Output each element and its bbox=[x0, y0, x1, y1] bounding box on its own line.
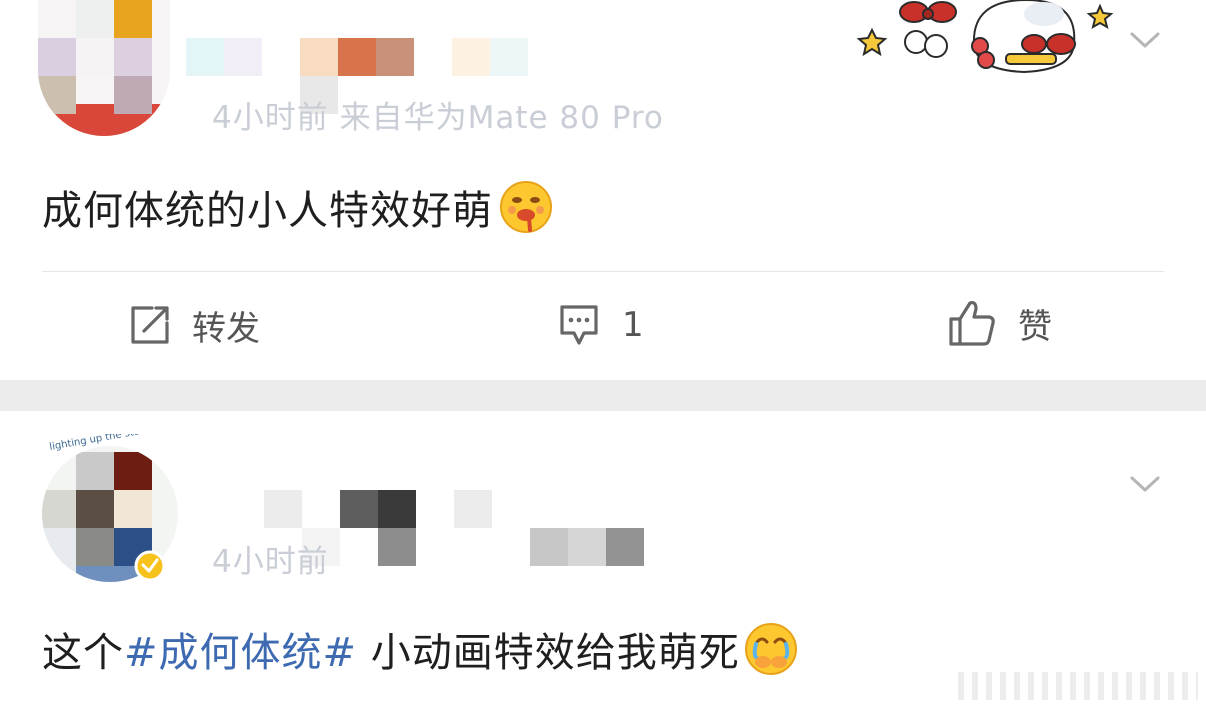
repost-icon bbox=[131, 306, 169, 344]
watermark bbox=[958, 672, 1198, 700]
decorative-sticker bbox=[856, 0, 1114, 74]
emoji-drool bbox=[500, 181, 552, 233]
user-avatar[interactable] bbox=[38, 0, 170, 136]
verified-badge-icon bbox=[134, 550, 166, 582]
hashtag-link[interactable]: #成何体统# bbox=[124, 620, 357, 678]
post-meta: 4小时前 来自华为Mate 80 Pro bbox=[212, 100, 664, 136]
post-meta: 4小时前 bbox=[212, 544, 329, 580]
like-icon bbox=[949, 301, 995, 346]
emoji-tears bbox=[744, 623, 797, 675]
like-button[interactable]: 赞 bbox=[948, 298, 1052, 348]
post-content-text: 成何体统的小人特效好萌 bbox=[42, 188, 493, 234]
comment-count: 1 bbox=[622, 305, 644, 345]
comment-icon bbox=[560, 305, 598, 345]
avatar-image: lighting up the stars bbox=[42, 425, 178, 582]
divider bbox=[42, 271, 1164, 272]
repost-label: 转发 bbox=[192, 308, 260, 349]
post-content: 这个 #成何体统# 小动画特效给我萌死 bbox=[42, 620, 798, 678]
user-avatar[interactable]: lighting up the stars bbox=[40, 425, 188, 582]
like-label: 赞 bbox=[1018, 306, 1052, 347]
chevron-down-icon[interactable] bbox=[1130, 476, 1160, 492]
feed-separator bbox=[0, 380, 1206, 411]
post-content-prefix: 这个 bbox=[42, 630, 124, 676]
post-content: 成何体统的小人特效好萌 bbox=[42, 178, 553, 236]
post-content-suffix: 小动画特效给我萌死 bbox=[357, 630, 740, 676]
repost-button[interactable]: 转发 bbox=[130, 300, 260, 350]
post-card-1: 4小时前 来自华为Mate 80 Pro 成何体统的小人特效好萌 转发 1 赞 bbox=[0, 0, 1206, 380]
comment-button[interactable]: 1 bbox=[558, 300, 644, 350]
chevron-down-icon[interactable] bbox=[1130, 32, 1160, 48]
